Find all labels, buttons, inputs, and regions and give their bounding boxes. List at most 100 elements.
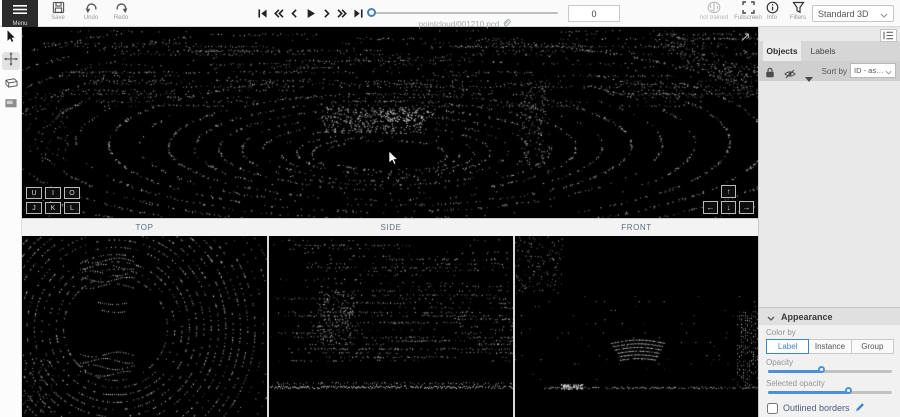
ai-model-button[interactable]: not trained xyxy=(696,1,732,26)
info-label: Info xyxy=(767,15,777,21)
side-view[interactable] xyxy=(269,236,513,417)
arrow-up-icon: ↑ xyxy=(727,187,731,196)
fullscreen-icon xyxy=(742,1,755,14)
pan-left-button[interactable]: ← xyxy=(703,201,718,214)
redo-icon xyxy=(115,1,128,14)
rotate-key-l[interactable]: L xyxy=(64,202,80,214)
ai-status-label: not trained xyxy=(700,15,728,21)
prev-frame-button[interactable] xyxy=(287,4,301,22)
rotate-key-o[interactable]: O xyxy=(64,187,80,199)
brain-icon xyxy=(706,1,722,14)
redo-button[interactable]: Redo xyxy=(107,1,135,26)
layout-preset-select[interactable]: Standard 3D xyxy=(812,5,894,22)
menu-button[interactable]: Menu xyxy=(2,0,38,27)
edit-pen-icon[interactable] xyxy=(855,399,865,417)
objects-toolbar: Sort by ID - as… xyxy=(759,61,900,81)
hamburger-icon xyxy=(13,1,27,19)
pan-up-button[interactable]: ↑ xyxy=(721,185,736,198)
ortho-views xyxy=(22,236,758,417)
main-3d-view-canvas[interactable] xyxy=(22,27,758,218)
sort-order-select[interactable]: ID - as… xyxy=(850,63,896,78)
pan-right-button[interactable]: → xyxy=(739,201,754,214)
cuboid-icon xyxy=(4,76,19,94)
opacity-slider[interactable] xyxy=(768,370,892,373)
fullscreen-button[interactable]: Fullscreen xyxy=(733,1,763,26)
undo-icon xyxy=(85,1,98,14)
fast-forward-button[interactable] xyxy=(335,4,349,22)
save-label: Save xyxy=(51,15,65,21)
tab-objects[interactable]: Objects xyxy=(763,41,801,61)
frame-slider[interactable] xyxy=(368,12,558,14)
next-frame-button[interactable] xyxy=(319,4,333,22)
mouse-cursor xyxy=(388,151,400,172)
move-arrows-icon xyxy=(4,52,18,71)
filters-label: Filters xyxy=(790,15,806,21)
objects-list-empty xyxy=(759,81,900,307)
top-view[interactable] xyxy=(22,236,267,417)
rotate-hint-keys: U I O J K L xyxy=(26,187,80,214)
front-view[interactable] xyxy=(515,236,758,417)
top-view-label: TOP xyxy=(22,223,267,232)
selected-opacity-slider-handle[interactable] xyxy=(845,387,852,394)
save-icon xyxy=(52,1,65,14)
front-view-canvas[interactable] xyxy=(515,236,758,417)
image-view-tool-button[interactable] xyxy=(2,96,20,114)
panel-list-icon xyxy=(883,27,894,45)
save-button[interactable]: Save xyxy=(44,1,72,26)
panel-tabs: Objects Labels xyxy=(759,41,900,61)
color-by-label: Color by xyxy=(766,328,796,337)
skip-first-button[interactable] xyxy=(255,4,269,22)
expand-view-icon[interactable] xyxy=(739,30,753,44)
pointcloud-labeling-app: Menu Save Undo Redo xyxy=(0,0,900,417)
filters-button[interactable]: Filters xyxy=(785,1,811,26)
selected-opacity-label: Selected opacity xyxy=(766,379,825,388)
filename: pointcloud/001210.pcd xyxy=(419,20,500,29)
color-mode-instance-button[interactable]: Instance xyxy=(809,339,851,354)
layout-preset-value: Standard 3D xyxy=(818,9,880,19)
pan-down-button[interactable]: ↓ xyxy=(721,201,736,214)
fullscreen-label: Fullscreen xyxy=(734,15,762,21)
select-tool-button[interactable] xyxy=(2,30,20,48)
tab-labels[interactable]: Labels xyxy=(805,41,841,61)
rotate-key-j[interactable]: J xyxy=(26,202,42,214)
selected-opacity-slider-fill xyxy=(768,391,850,394)
top-view-canvas[interactable] xyxy=(22,236,267,417)
pan-arrow-pad: ↑ ← ↓ → xyxy=(703,185,754,214)
side-view-canvas[interactable] xyxy=(269,236,513,417)
info-button[interactable]: Info xyxy=(760,1,784,26)
fast-backward-button[interactable] xyxy=(271,4,285,22)
appearance-section-header[interactable]: Appearance xyxy=(759,308,900,325)
section-chevron-icon xyxy=(767,308,775,326)
play-button[interactable] xyxy=(303,4,317,22)
playback-controls xyxy=(255,4,365,22)
filter-funnel-icon xyxy=(792,1,805,14)
outlined-borders-checkbox[interactable] xyxy=(767,403,778,414)
cursor-arrow-icon xyxy=(4,29,18,49)
skip-last-button[interactable] xyxy=(351,4,365,22)
image-box-icon xyxy=(4,96,18,114)
rotate-key-k[interactable]: K xyxy=(45,202,61,214)
color-by-segmented-control: Label Instance Group xyxy=(766,339,894,354)
opacity-slider-handle[interactable] xyxy=(818,366,825,373)
rotate-key-u[interactable]: U xyxy=(26,187,42,199)
opacity-slider-fill xyxy=(768,370,823,373)
undo-button[interactable]: Undo xyxy=(77,1,105,26)
panel-layout-button[interactable] xyxy=(880,29,897,42)
cuboid-tool-button[interactable] xyxy=(2,76,20,94)
menu-label: Menu xyxy=(12,21,27,27)
pan-tool-button[interactable] xyxy=(2,52,20,70)
appearance-title: Appearance xyxy=(781,312,833,322)
sort-by-label: Sort by xyxy=(821,67,847,76)
main-3d-viewport[interactable]: U I O J K L ↑ ← ↓ → xyxy=(22,27,758,218)
rotate-key-i[interactable]: I xyxy=(45,187,61,199)
selected-opacity-slider[interactable] xyxy=(768,391,892,394)
front-view-label: FRONT xyxy=(515,223,758,232)
color-mode-group-button[interactable]: Group xyxy=(852,339,894,354)
frame-number-input[interactable] xyxy=(568,5,620,22)
undo-label: Undo xyxy=(84,15,98,21)
right-panel: Objects Labels Sort by ID - as… xyxy=(758,27,900,417)
paperclip-icon xyxy=(502,15,511,33)
top-toolbar: Menu Save Undo Redo xyxy=(0,0,900,27)
chevron-down-icon xyxy=(880,5,888,23)
color-mode-label-button[interactable]: Label xyxy=(766,339,809,354)
